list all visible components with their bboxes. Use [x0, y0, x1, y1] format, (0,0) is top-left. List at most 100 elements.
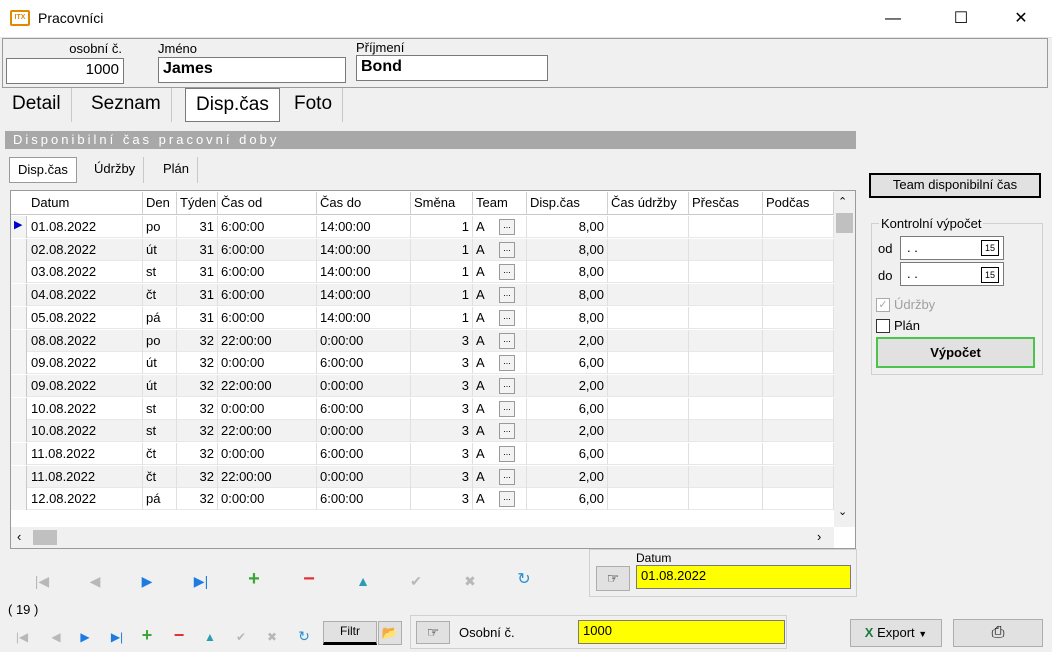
team-lookup-button[interactable]: ... — [499, 241, 515, 258]
table-cell[interactable]: 2,00 — [527, 465, 608, 488]
table-cell[interactable]: 14:00:00 — [317, 284, 411, 307]
table-cell-empty[interactable] — [689, 238, 763, 261]
table-row[interactable]: 11.08.2022 čt 32 0:00:00 6:00:00 3 A 6,00... — [11, 443, 834, 465]
table-row[interactable]: 10.08.2022 st 32 0:00:00 6:00:00 3 A 6,00... — [11, 397, 834, 420]
table-cell-empty[interactable] — [689, 443, 763, 465]
table-cell[interactable]: 6:00:00 — [317, 488, 411, 511]
column-header[interactable]: Čas údržby — [608, 192, 689, 214]
table-cell[interactable]: 11.08.2022 — [28, 443, 143, 465]
tab-detail[interactable]: Detail — [2, 88, 72, 122]
table-cell[interactable]: 31 — [177, 261, 218, 284]
table-cell-empty[interactable] — [763, 443, 834, 465]
table-cell-empty[interactable] — [608, 329, 689, 352]
table-cell[interactable]: st — [143, 420, 177, 443]
table-cell[interactable]: út — [143, 374, 177, 397]
table-cell-empty[interactable] — [689, 261, 763, 284]
row-selector[interactable] — [11, 397, 27, 420]
table-cell[interactable]: 6,00 — [527, 488, 608, 511]
table-row[interactable]: ▶ 01.08.2022 po 31 6:00:00 14:00:00 1 A 8,00... — [11, 216, 834, 238]
table-cell[interactable]: 1 — [411, 306, 473, 329]
table-cell[interactable]: st — [143, 397, 177, 420]
table-row[interactable]: 12.08.2022 pá 32 0:00:00 6:00:00 3 A 6,00... — [11, 488, 834, 511]
row-selector[interactable] — [11, 465, 27, 488]
table-cell[interactable]: 6:00:00 — [317, 443, 411, 465]
column-header[interactable]: Směna — [411, 192, 473, 214]
table-cell[interactable]: 03.08.2022 — [28, 261, 143, 284]
column-header[interactable]: Týden — [177, 192, 218, 214]
column-header[interactable]: Podčas — [763, 192, 834, 214]
table-cell[interactable]: 10.08.2022 — [28, 397, 143, 420]
bottom-edit-icon[interactable]: ▲ — [198, 627, 222, 647]
table-cell-empty[interactable] — [763, 216, 834, 238]
table-cell[interactable]: 22:00:00 — [218, 420, 317, 443]
print-button[interactable]: ⎙ — [953, 619, 1043, 647]
table-cell[interactable]: 6,00 — [527, 397, 608, 420]
row-selector[interactable] — [11, 420, 27, 443]
table-cell[interactable]: 11.08.2022 — [28, 465, 143, 488]
team-disp-cas-button[interactable]: Team disponibilní čas — [869, 173, 1041, 198]
table-cell[interactable]: po — [143, 329, 177, 352]
table-cell[interactable]: 14:00:00 — [317, 306, 411, 329]
table-cell-empty[interactable] — [763, 420, 834, 443]
table-cell-empty[interactable] — [608, 465, 689, 488]
table-cell[interactable]: pá — [143, 488, 177, 511]
table-row[interactable]: 04.08.2022 čt 31 6:00:00 14:00:00 1 A 8,00... — [11, 284, 834, 307]
data-grid[interactable]: Datum Den Týden Čas od Čas do Směna Team Disp.č… — [10, 190, 856, 549]
table-cell[interactable]: 09.08.2022 — [28, 352, 143, 375]
table-row[interactable]: 09.08.2022 út 32 0:00:00 6:00:00 3 A 6,00... — [11, 352, 834, 375]
table-cell-empty[interactable] — [689, 420, 763, 443]
bottom-last-icon[interactable]: ▶| — [105, 627, 129, 647]
maximize-button[interactable]: ☐ — [938, 0, 984, 38]
table-cell[interactable]: 2,00 — [527, 420, 608, 443]
post-record-icon[interactable]: ✔ — [404, 571, 428, 591]
bottom-delete-icon[interactable]: − — [167, 625, 191, 645]
table-row[interactable]: 02.08.2022 út 31 6:00:00 14:00:00 1 A 8,00... — [11, 238, 834, 261]
table-cell[interactable]: 32 — [177, 352, 218, 375]
tab-disp-cas[interactable]: Disp.čas — [185, 88, 280, 122]
osobni-filter-input[interactable]: 1000 — [578, 620, 785, 644]
table-cell[interactable]: 0:00:00 — [317, 329, 411, 352]
table-cell[interactable]: 10.08.2022 — [28, 420, 143, 443]
table-cell-empty[interactable] — [608, 443, 689, 465]
bottom-next-icon[interactable]: ▶ — [73, 627, 97, 647]
team-lookup-button[interactable]: ... — [499, 377, 515, 394]
row-selector[interactable] — [11, 238, 27, 261]
team-lookup-button[interactable]: ... — [499, 219, 515, 235]
table-cell[interactable]: 6:00:00 — [218, 238, 317, 261]
team-lookup-button[interactable]: ... — [499, 468, 515, 485]
table-cell[interactable]: 0:00:00 — [317, 374, 411, 397]
column-header[interactable]: Team — [473, 192, 527, 214]
table-cell-empty[interactable] — [608, 216, 689, 238]
table-cell[interactable]: 01.08.2022 — [28, 216, 143, 238]
table-cell-empty[interactable] — [689, 306, 763, 329]
bottom-refresh-icon[interactable]: ↻ — [292, 626, 316, 646]
table-cell-empty[interactable] — [763, 329, 834, 352]
bottom-post-icon[interactable]: ✔ — [229, 627, 253, 647]
table-row[interactable]: 11.08.2022 čt 32 22:00:00 0:00:00 3 A 2,00... — [11, 465, 834, 488]
plan-checkbox[interactable] — [876, 319, 890, 333]
table-cell[interactable]: 32 — [177, 443, 218, 465]
team-lookup-button[interactable]: ... — [499, 446, 515, 462]
table-cell-empty[interactable] — [763, 374, 834, 397]
table-cell[interactable]: 31 — [177, 306, 218, 329]
subtab-disp-cas[interactable]: Disp.čas — [9, 157, 77, 183]
table-cell-empty[interactable] — [689, 284, 763, 307]
subtab-udrzby[interactable]: Údržby — [86, 157, 145, 183]
table-cell-empty[interactable] — [763, 397, 834, 420]
table-cell[interactable]: 8,00 — [527, 306, 608, 329]
table-cell[interactable]: 3 — [411, 420, 473, 443]
row-selector[interactable] — [11, 443, 27, 465]
table-cell-empty[interactable] — [763, 352, 834, 375]
team-lookup-button[interactable]: ... — [499, 400, 515, 417]
row-selector[interactable]: ▶ — [11, 216, 27, 238]
table-cell[interactable]: 09.08.2022 — [28, 374, 143, 397]
table-cell[interactable]: 31 — [177, 238, 218, 261]
udrzby-checkbox[interactable]: ✓ — [876, 298, 890, 312]
team-lookup-button[interactable]: ... — [499, 309, 515, 326]
column-header[interactable]: Datum — [28, 192, 143, 214]
close-button[interactable]: ✕ — [998, 0, 1044, 38]
hscroll-thumb[interactable] — [33, 530, 57, 545]
table-cell-empty[interactable] — [689, 374, 763, 397]
table-cell-empty[interactable] — [608, 306, 689, 329]
team-lookup-button[interactable]: ... — [499, 332, 515, 349]
